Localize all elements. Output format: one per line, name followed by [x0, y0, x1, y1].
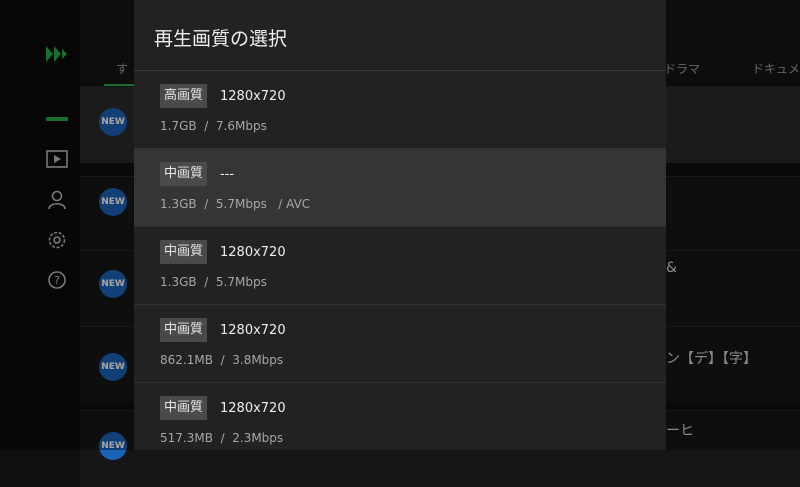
quality-option-1[interactable]: 高画質 1280x720 1.7GB / 7.6Mbps — [134, 71, 666, 149]
quality-badge: 高画質 — [160, 84, 208, 108]
resolution-label: 1280x720 — [220, 89, 286, 104]
quality-option-5[interactable]: 中画質 1280x720 517.3MB / 2.3Mbps — [134, 383, 666, 450]
size-bitrate-label: 517.3MB / 2.3Mbps — [160, 431, 284, 445]
resolution-label: 1280x720 — [220, 323, 286, 338]
size-bitrate-label: 1.7GB / 7.6Mbps — [160, 119, 267, 133]
size-bitrate-label: 1.3GB / 5.7Mbps — [160, 275, 267, 289]
quality-option-2[interactable]: 中画質 --- 1.3GB / 5.7Mbps / AVC — [134, 149, 666, 227]
resolution-label: 1280x720 — [220, 401, 286, 416]
size-bitrate-label: 862.1MB / 3.8Mbps — [160, 353, 284, 367]
quality-option-3[interactable]: 中画質 1280x720 1.3GB / 5.7Mbps — [134, 227, 666, 305]
resolution-label: 1280x720 — [220, 245, 286, 260]
quality-badge: 中画質 — [160, 162, 208, 186]
quality-select-dialog: 再生画質の選択 高画質 1280x720 1.7GB / 7.6Mbps 中画質… — [134, 0, 666, 450]
quality-badge: 中画質 — [160, 318, 208, 342]
quality-option-4[interactable]: 中画質 1280x720 862.1MB / 3.8Mbps — [134, 305, 666, 383]
resolution-label: --- — [220, 167, 235, 182]
dialog-title: 再生画質の選択 — [154, 28, 288, 50]
quality-badge: 中画質 — [160, 240, 208, 264]
size-bitrate-label: 1.3GB / 5.7Mbps / AVC — [160, 197, 311, 211]
quality-badge: 中画質 — [160, 396, 208, 420]
